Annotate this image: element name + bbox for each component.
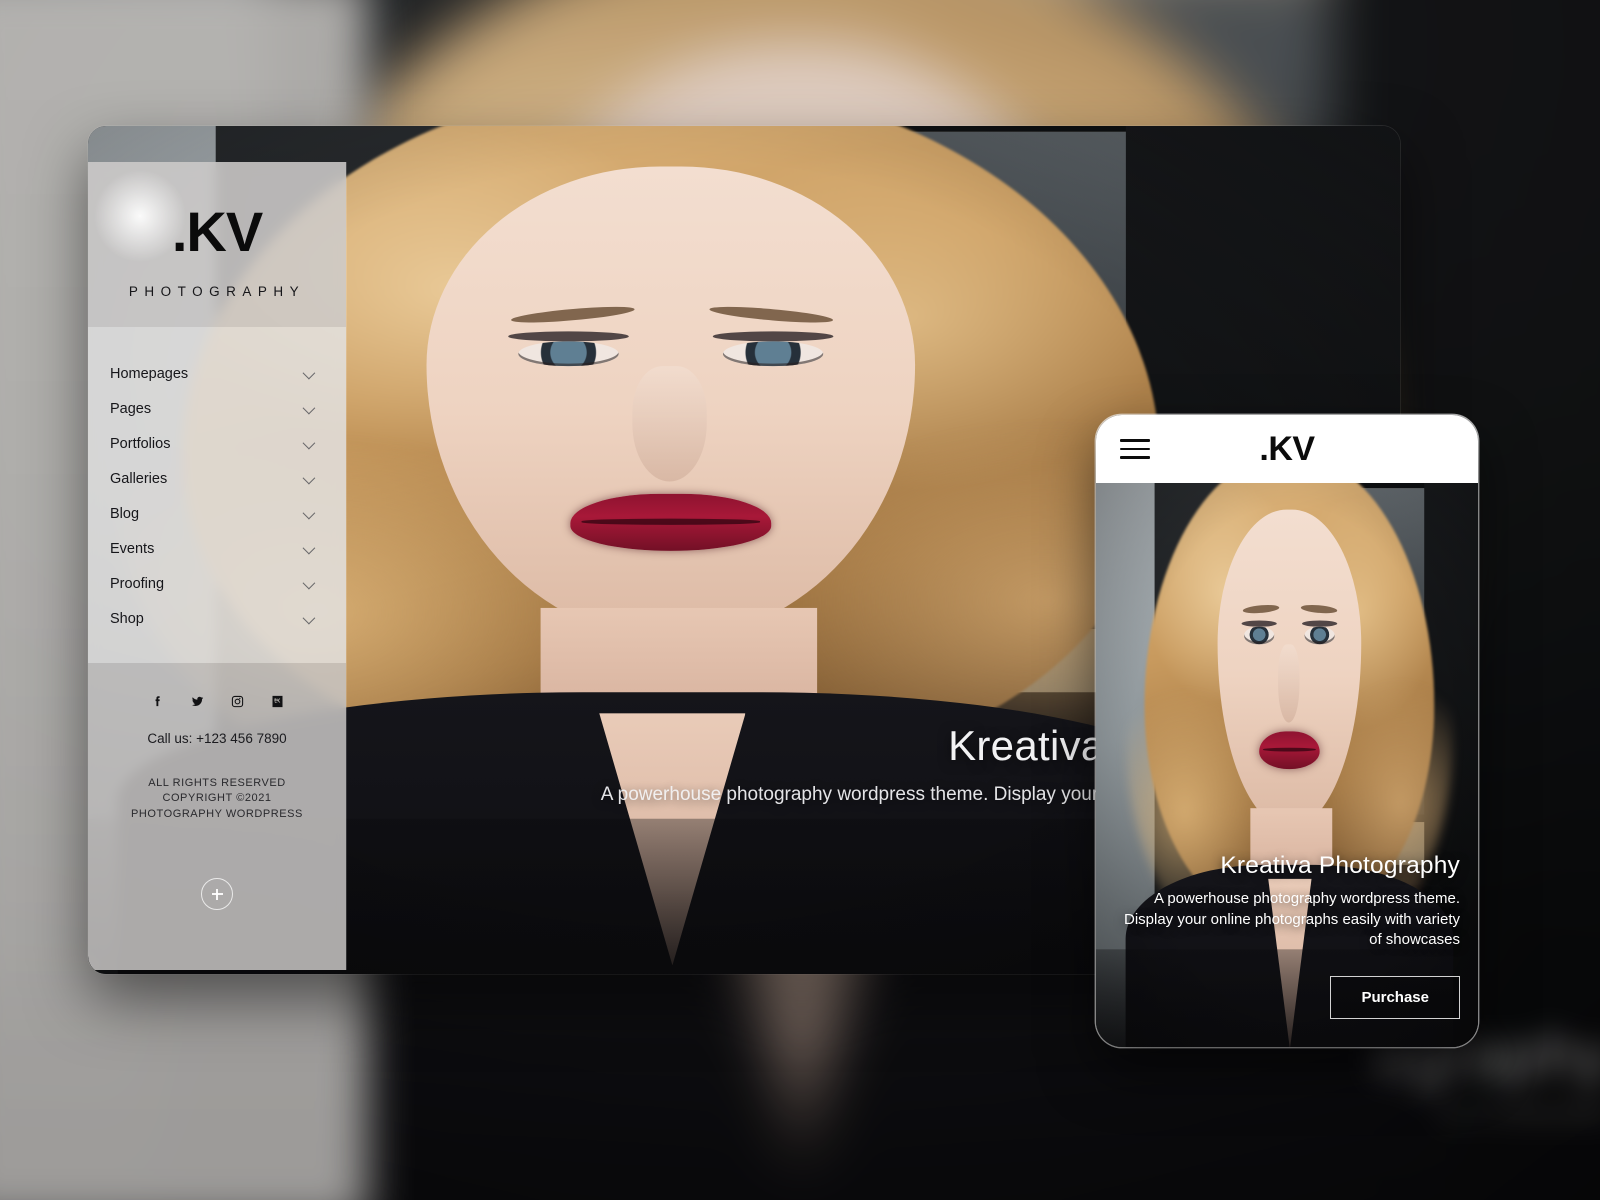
copyright-line-3: PHOTOGRAPHY WORDPRESS (131, 807, 303, 820)
sidebar-item-label: Blog (110, 506, 140, 523)
twitter-icon[interactable] (186, 691, 208, 713)
sidebar-item-pages[interactable]: Pages (88, 392, 346, 427)
social-links (88, 691, 346, 713)
sidebar-expand-button-wrap (88, 878, 346, 910)
sidebar-logo-block: .KV PHOTOGRAPHY (88, 162, 346, 327)
mobile-hero-photo: Kreativa Photography A powerhouse photog… (1096, 483, 1478, 1047)
sidebar-item-label: Events (110, 541, 155, 558)
sidebar-item-blog[interactable]: Blog (88, 497, 346, 532)
sidebar-item-homepages[interactable]: Homepages (88, 357, 346, 392)
copyright-line-1: ALL RIGHTS RESERVED (148, 776, 286, 789)
chevron-down-icon (302, 541, 316, 554)
sidebar-item-label: Shop (110, 611, 144, 628)
call-us-text: Call us: +123 456 7890 (147, 730, 287, 746)
sidebar-footer: Call us: +123 456 7890 ALL RIGHTS RESERV… (88, 662, 346, 970)
plus-icon[interactable] (201, 878, 233, 910)
sidebar-item-proofing[interactable]: Proofing (88, 567, 346, 602)
background-ghost-subtext: ty of showcases (1440, 1100, 1600, 1126)
mobile-hero-text: Kreativa Photography A powerhouse photog… (1114, 852, 1460, 951)
mobile-site-logo[interactable]: .KV (1096, 430, 1478, 469)
site-tagline: PHOTOGRAPHY (128, 283, 306, 299)
mobile-phone-mockup: .KV Kreativa Photography A powerhouse ph… (1096, 415, 1478, 1047)
chevron-down-icon (302, 611, 316, 624)
site-logo[interactable]: .KV (88, 204, 346, 259)
sidebar-item-label: Proofing (110, 576, 165, 593)
fivehundredpx-icon[interactable] (266, 691, 288, 713)
chevron-down-icon (302, 576, 316, 589)
chevron-down-icon (302, 436, 316, 449)
facebook-icon[interactable] (146, 691, 168, 713)
desktop-sidebar: .KV PHOTOGRAPHY Homepages Pages Portfoli… (88, 162, 346, 970)
sidebar-item-label: Galleries (110, 471, 168, 488)
hamburger-menu-icon[interactable] (1120, 439, 1150, 459)
copyright-block: ALL RIGHTS RESERVED COPYRIGHT ©2021 PHOT… (88, 776, 346, 823)
sidebar-item-galleries[interactable]: Galleries (88, 462, 346, 497)
mobile-hero-paragraph: A powerhouse photography wordpress theme… (1123, 889, 1460, 949)
instagram-icon[interactable] (226, 691, 248, 713)
purchase-button[interactable]: Purchase (1330, 976, 1460, 1019)
mobile-hero-heading: Kreativa Photography (1220, 851, 1460, 879)
sidebar-item-shop[interactable]: Shop (88, 602, 346, 637)
sidebar-item-events[interactable]: Events (88, 532, 346, 567)
sidebar-item-label: Portfolios (110, 436, 171, 453)
chevron-down-icon (302, 471, 316, 484)
sidebar-item-portfolios[interactable]: Portfolios (88, 427, 346, 462)
copyright-line-2: COPYRIGHT ©2021 (162, 792, 272, 805)
chevron-down-icon (302, 366, 316, 379)
sidebar-item-label: Pages (110, 401, 152, 418)
chevron-down-icon (302, 401, 316, 414)
sidebar-item-label: Homepages (110, 366, 189, 383)
sidebar-navigation: Homepages Pages Portfolios Galleries Blo… (88, 326, 346, 663)
chevron-down-icon (302, 506, 316, 519)
mobile-header: .KV (1096, 415, 1478, 483)
